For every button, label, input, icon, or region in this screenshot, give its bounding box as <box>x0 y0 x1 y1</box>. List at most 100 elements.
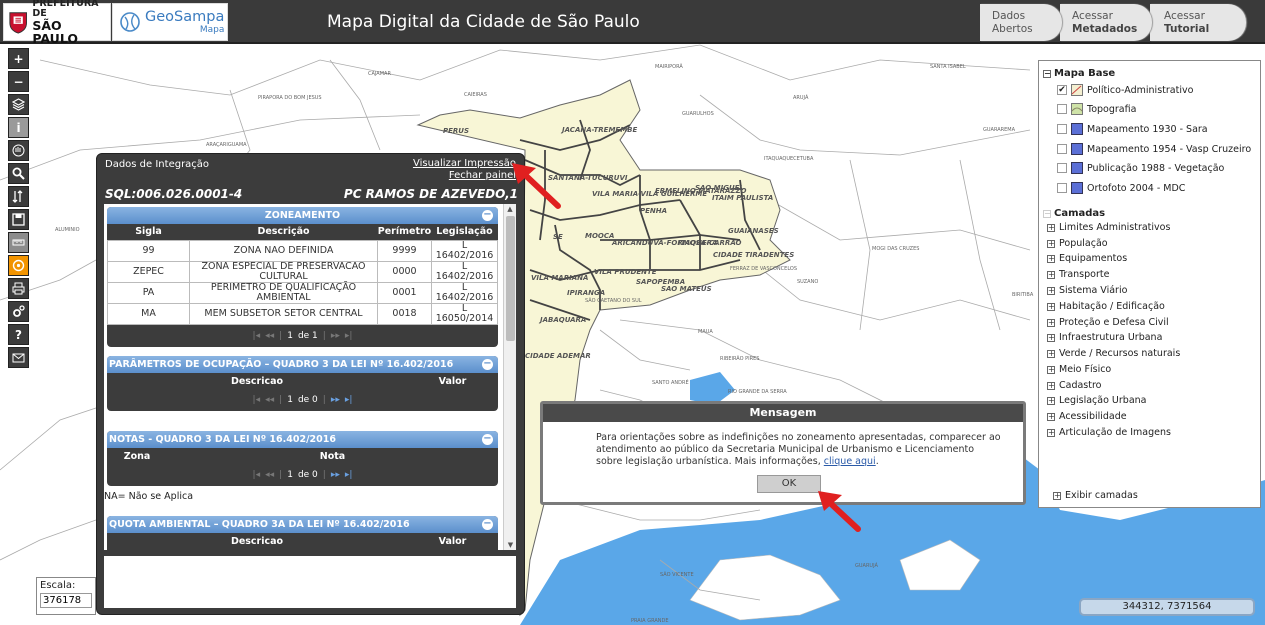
expand-icon[interactable]: + <box>1047 396 1055 405</box>
collapse-icon[interactable]: − <box>482 519 493 530</box>
camada-label: Habitação / Edificação <box>1059 301 1165 312</box>
collapse-icon[interactable]: − <box>482 434 493 445</box>
ok-button[interactable]: OK <box>757 475 821 493</box>
save-icon[interactable] <box>8 209 29 230</box>
checkbox[interactable] <box>1057 183 1067 193</box>
acessar-tutorial-button[interactable]: Acessar Tutorial <box>1150 4 1246 41</box>
print-icon[interactable] <box>8 278 29 299</box>
collapse-icon[interactable]: − <box>482 359 493 370</box>
camada-item[interactable]: + Articulação de Imagens <box>1047 427 1171 438</box>
zoneamento-header[interactable]: ZONEAMENTO − <box>107 207 498 224</box>
camada-item[interactable]: + Meio Físico <box>1047 364 1111 375</box>
base-layer-item[interactable]: Mapeamento 1954 - Vasp Cruzeiro <box>1057 143 1251 155</box>
search-icon[interactable] <box>8 163 29 184</box>
geosampa-name: GeoSampa <box>145 8 225 25</box>
zoom-out-button[interactable]: − <box>8 71 29 92</box>
close-panel-link[interactable]: Fechar painel <box>449 170 516 181</box>
camada-item[interactable]: + Cadastro <box>1047 380 1102 391</box>
expand-icon[interactable]: + <box>1047 239 1055 248</box>
collapse-icon[interactable]: − <box>1043 69 1051 78</box>
expand-icon[interactable]: + <box>1047 270 1055 279</box>
camada-item[interactable]: + Legislação Urbana <box>1047 395 1146 406</box>
expand-icon[interactable]: + <box>1047 302 1055 311</box>
last-page-icon[interactable]: ▸| <box>345 331 353 341</box>
camada-item[interactable]: + Limites Administrativos <box>1047 222 1170 233</box>
prefeitura-logo[interactable]: PREFEITURA DE SÃO PAULO <box>3 0 111 45</box>
top-header: PREFEITURA DE SÃO PAULO GeoSampa Mapa Ma… <box>0 0 1265 45</box>
camada-item[interactable]: + Transporte <box>1047 269 1109 280</box>
geosampa-app: CAJAMAR PIRAPORA DO BOM JESUS CAIEIRAS M… <box>0 0 1265 625</box>
collapse-icon[interactable]: − <box>482 210 493 221</box>
panel-body[interactable]: ZONEAMENTO − Sigla Descrição Perímetro L… <box>104 204 516 550</box>
mail-icon[interactable] <box>8 347 29 368</box>
ruler-icon[interactable] <box>8 232 29 253</box>
checkbox[interactable] <box>1057 163 1067 173</box>
next-page-icon[interactable]: ▸▸ <box>331 470 340 480</box>
print-preview-link[interactable]: Visualizar Impressão <box>413 158 516 169</box>
expand-icon[interactable]: + <box>1047 223 1055 232</box>
column-header: Valor <box>438 535 467 547</box>
hand-icon[interactable] <box>8 140 29 161</box>
dados-abertos-button[interactable]: Dados Abertos <box>980 4 1062 41</box>
base-layer-item[interactable]: ✔ Político-Administrativo <box>1057 84 1193 96</box>
camadas-header[interactable]: − Camadas <box>1043 208 1105 219</box>
exibir-camadas-button[interactable]: + Exibir camadas <box>1053 490 1138 501</box>
expand-icon[interactable]: + <box>1047 318 1055 327</box>
camada-item[interactable]: + Habitação / Edificação <box>1047 301 1165 312</box>
first-page-icon[interactable]: |◂ <box>253 470 261 480</box>
expand-icon[interactable]: + <box>1053 491 1061 500</box>
mapa-base-header[interactable]: − Mapa Base <box>1043 68 1115 79</box>
camada-item[interactable]: + Acessibilidade <box>1047 411 1127 422</box>
expand-icon[interactable]: + <box>1047 254 1055 263</box>
checkbox[interactable] <box>1057 124 1067 134</box>
expand-icon[interactable]: + <box>1047 412 1055 421</box>
first-page-icon[interactable]: |◂ <box>253 331 261 341</box>
base-layer-item[interactable]: Mapeamento 1930 - Sara <box>1057 123 1208 135</box>
camada-item[interactable]: + Equipamentos <box>1047 253 1127 264</box>
expand-icon[interactable]: + <box>1047 428 1055 437</box>
camada-item[interactable]: + População <box>1047 238 1108 249</box>
scale-input[interactable] <box>40 593 92 608</box>
base-layer-item[interactable]: Ortofoto 2004 - MDC <box>1057 182 1185 194</box>
prev-page-icon[interactable]: ◂◂ <box>265 470 274 480</box>
acessar-metadados-button[interactable]: Acessar Metadados <box>1060 4 1152 41</box>
collapse-icon[interactable]: − <box>1043 209 1051 218</box>
notas-header[interactable]: NOTAS - QUADRO 3 DA LEI Nº 16.402/2016 − <box>107 431 498 448</box>
expand-icon[interactable]: + <box>1047 333 1055 342</box>
prev-page-icon[interactable]: ◂◂ <box>265 395 274 405</box>
camada-item[interactable]: + Sistema Viário <box>1047 285 1127 296</box>
expand-icon[interactable]: + <box>1047 286 1055 295</box>
scroll-thumb[interactable] <box>506 216 515 341</box>
checkbox[interactable] <box>1057 104 1067 114</box>
quota-header[interactable]: QUOTA AMBIENTAL – QUADRO 3A DA LEI Nº 16… <box>107 516 498 533</box>
panel-scrollbar[interactable]: ▲ ▼ <box>503 204 516 550</box>
integration-icon[interactable] <box>8 255 29 276</box>
geosampa-logo[interactable]: GeoSampa Mapa <box>112 3 228 41</box>
expand-icon[interactable]: + <box>1047 349 1055 358</box>
camada-item[interactable]: + Proteção e Defesa Civil <box>1047 317 1169 328</box>
clique-aqui-link[interactable]: clique aqui <box>824 456 876 467</box>
first-page-icon[interactable]: |◂ <box>253 395 261 405</box>
base-layer-item[interactable]: Topografia <box>1057 103 1136 115</box>
info-icon[interactable]: i <box>8 117 29 138</box>
checkbox[interactable] <box>1057 144 1067 154</box>
camada-item[interactable]: + Verde / Recursos naturais <box>1047 348 1180 359</box>
layers-icon[interactable] <box>8 94 29 115</box>
expand-icon[interactable]: + <box>1047 365 1055 374</box>
expand-icon[interactable]: + <box>1047 381 1055 390</box>
settings-icon[interactable] <box>8 301 29 322</box>
measure-icon[interactable] <box>8 186 29 207</box>
next-page-icon[interactable]: ▸▸ <box>331 331 340 341</box>
checkbox-checked[interactable]: ✔ <box>1057 85 1067 95</box>
camada-item[interactable]: + Infraestrutura Urbana <box>1047 332 1162 343</box>
help-icon[interactable]: ? <box>8 324 29 345</box>
next-page-icon[interactable]: ▸▸ <box>331 395 340 405</box>
prev-page-icon[interactable]: ◂◂ <box>265 331 274 341</box>
page-of: de 1 <box>297 330 318 341</box>
parametros-header[interactable]: PARÂMETROS DE OCUPAÇÃO – QUADRO 3 DA LEI… <box>107 356 498 373</box>
last-page-icon[interactable]: ▸| <box>345 470 353 480</box>
last-page-icon[interactable]: ▸| <box>345 395 353 405</box>
base-layer-item[interactable]: Publicação 1988 - Vegetação <box>1057 162 1224 174</box>
scroll-down-icon[interactable]: ▼ <box>504 540 516 550</box>
zoom-in-button[interactable]: + <box>8 48 29 69</box>
